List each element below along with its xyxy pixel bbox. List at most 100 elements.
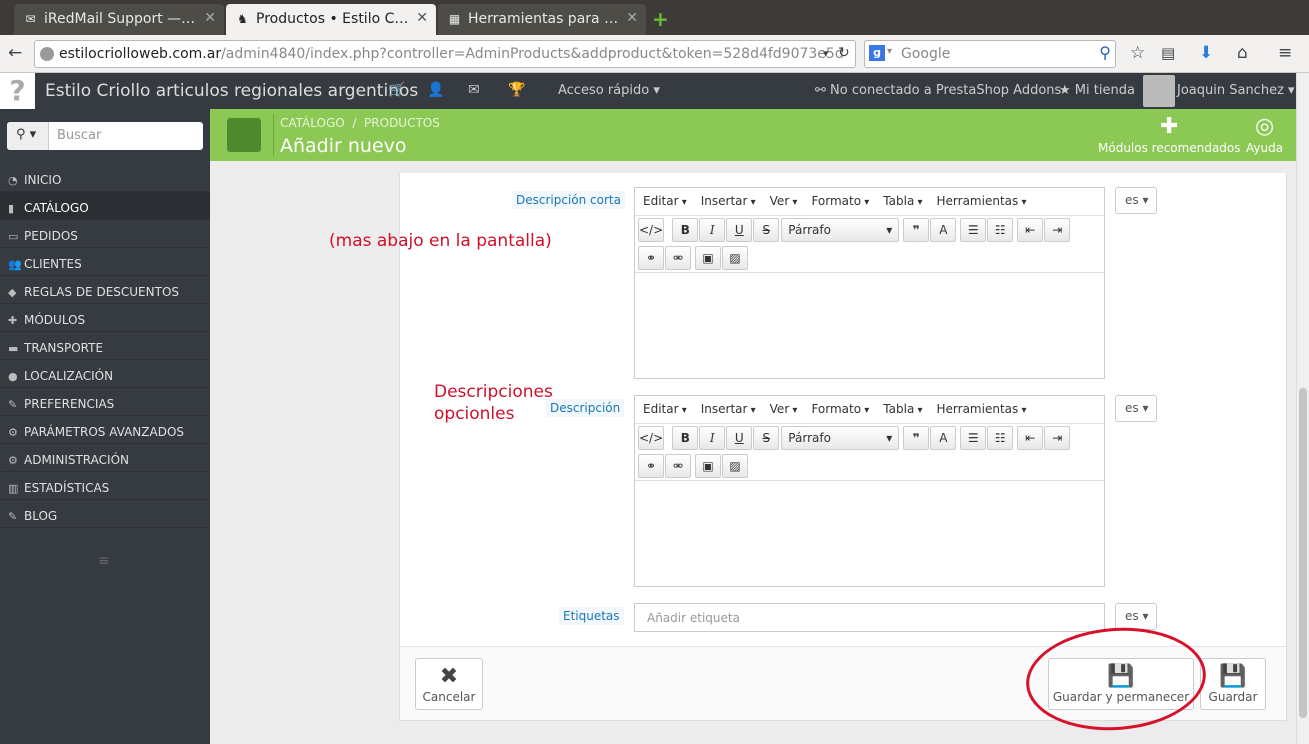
link-icon[interactable]: ⚭	[638, 246, 664, 270]
search-icon[interactable]: ⚲	[1099, 43, 1111, 62]
tags-input[interactable]: Añadir etiqueta	[634, 603, 1105, 632]
menu-herramientas[interactable]: Herramientas	[937, 194, 1027, 208]
menu-formato[interactable]: Formato	[811, 402, 869, 416]
back-arrow-icon[interactable]: ←	[8, 43, 22, 63]
reload-icon[interactable]: ↻	[838, 45, 850, 61]
close-tab-icon[interactable]: ✕	[204, 10, 216, 26]
numbered-list-icon[interactable]: ☷	[987, 218, 1014, 242]
bold-icon[interactable]: B	[672, 218, 699, 242]
text-color-icon[interactable]: A	[930, 426, 957, 450]
outdent-icon[interactable]: ⇤	[1017, 218, 1044, 242]
menu-editar[interactable]: Editar	[643, 402, 687, 416]
menu-icon[interactable]: ≡	[1278, 43, 1292, 63]
url-bar[interactable]: estilocriolloweb.com.ar/admin4840/index.…	[34, 40, 856, 68]
envelope-icon[interactable]: ✉	[468, 82, 480, 98]
bold-icon[interactable]: B	[672, 426, 699, 450]
description-lang-button[interactable]: es ▾	[1115, 395, 1157, 422]
close-tab-icon[interactable]: ✕	[416, 10, 428, 26]
sidebar-item-administracion[interactable]: ⚙ ADMINISTRACIÓN	[0, 444, 210, 472]
help-question-icon[interactable]: ?	[0, 73, 35, 109]
format-select[interactable]: Párrafo	[781, 218, 900, 242]
bookmarks-list-icon[interactable]: ▤	[1161, 44, 1175, 62]
browser-search-input[interactable]: g ▾ Google ⚲	[864, 40, 1116, 68]
menu-insertar[interactable]: Insertar	[701, 194, 756, 208]
sidebar-item-clientes[interactable]: 👥 CLIENTES	[0, 248, 210, 276]
italic-icon[interactable]: I	[699, 218, 726, 242]
trophy-icon[interactable]: 🏆	[508, 82, 525, 98]
browser-tab-herramientas[interactable]: ▦ Herramientas para … ✕	[438, 4, 646, 35]
video-icon[interactable]: ▣	[695, 454, 721, 478]
unlink-icon[interactable]: ⚮	[665, 246, 691, 270]
bookmark-star-icon[interactable]: ☆	[1130, 43, 1145, 63]
sidebar-collapse-icon[interactable]: ≡	[98, 553, 110, 569]
sidebar-item-catalogo[interactable]: ▮ CATÁLOGO	[0, 192, 210, 220]
bullet-list-icon[interactable]: ☰	[960, 426, 987, 450]
outdent-icon[interactable]: ⇤	[1017, 426, 1044, 450]
breadcrumb-catalog[interactable]: CATÁLOGO	[280, 116, 345, 130]
sidebar-item-parametros[interactable]: ⚙ PARÁMETROS AVANZADOS	[0, 416, 210, 444]
url-dropdown-icon[interactable]: ▾	[823, 47, 829, 60]
sidebar-search-input[interactable]: ⚲ ▾ Buscar	[7, 122, 203, 150]
menu-herramientas[interactable]: Herramientas	[937, 402, 1027, 416]
source-code-icon[interactable]: </>	[638, 218, 665, 242]
underline-icon[interactable]: U	[726, 218, 753, 242]
downloads-icon[interactable]: ⬇	[1199, 43, 1213, 63]
sidebar-item-pedidos[interactable]: ▭ PEDIDOS	[0, 220, 210, 248]
search-filter-button[interactable]: ⚲ ▾	[7, 122, 49, 150]
image-icon[interactable]: ▨	[722, 246, 748, 270]
sidebar-item-estadisticas[interactable]: ▥ ESTADÍSTICAS	[0, 472, 210, 500]
quick-access-dropdown[interactable]: Acceso rápido ▾	[558, 83, 660, 98]
blockquote-icon[interactable]: ❞	[903, 218, 930, 242]
blockquote-icon[interactable]: ❞	[903, 426, 930, 450]
underline-icon[interactable]: U	[726, 426, 753, 450]
sidebar-item-descuentos[interactable]: ◆ REGLAS DE DESCUENTOS	[0, 276, 210, 304]
text-color-icon[interactable]: A	[930, 218, 957, 242]
menu-tabla[interactable]: Tabla	[883, 402, 922, 416]
my-shop-link[interactable]: ★ Mi tienda	[1059, 83, 1135, 98]
menu-tabla[interactable]: Tabla	[883, 194, 922, 208]
format-select[interactable]: Párrafo	[781, 426, 900, 450]
short-description-lang-button[interactable]: es ▾	[1115, 187, 1157, 214]
tags-lang-button[interactable]: es ▾	[1115, 603, 1157, 630]
sidebar-item-blog[interactable]: ✎ BLOG	[0, 500, 210, 528]
sidebar-item-modulos[interactable]: ✚ MÓDULOS	[0, 304, 210, 332]
avatar[interactable]	[1143, 75, 1175, 107]
page-scrollbar[interactable]	[1296, 73, 1309, 744]
source-code-icon[interactable]: </>	[638, 426, 665, 450]
image-icon[interactable]: ▨	[722, 454, 748, 478]
cart-icon[interactable]: 🛒	[388, 82, 405, 98]
description-editor[interactable]: Editar Insertar Ver Formato Tabla Herramienta…	[634, 395, 1105, 587]
short-description-editor[interactable]: Editar Insertar Ver Formato Tabla Herramienta…	[634, 187, 1105, 379]
search-engine-dropdown-icon[interactable]: ▾	[887, 46, 892, 57]
video-icon[interactable]: ▣	[695, 246, 721, 270]
sidebar-item-localizacion[interactable]: ● LOCALIZACIÓN	[0, 360, 210, 388]
browser-tab-iredmail[interactable]: ✉ iRedMail Support —… ✕	[14, 4, 224, 35]
browser-tab-productos[interactable]: ♞ Productos • Estilo C… ✕	[226, 4, 436, 35]
shop-name[interactable]: Estilo Criollo articulos regionales arge…	[45, 81, 418, 101]
scrollbar-thumb[interactable]	[1299, 388, 1307, 718]
description-textarea[interactable]	[635, 480, 1104, 584]
breadcrumb-products[interactable]: PRODUCTOS	[364, 116, 440, 130]
addons-status[interactable]: ⚯ No conectado a PrestaShop Addons	[815, 83, 1061, 98]
user-menu[interactable]: Joaquin Sanchez ▾	[1177, 83, 1295, 98]
help-button[interactable]: ◎ Ayuda	[1246, 113, 1283, 155]
cancel-button[interactable]: ✖ Cancelar	[415, 658, 483, 710]
menu-formato[interactable]: Formato	[811, 194, 869, 208]
bullet-list-icon[interactable]: ☰	[960, 218, 987, 242]
menu-ver[interactable]: Ver	[770, 402, 798, 416]
menu-editar[interactable]: Editar	[643, 194, 687, 208]
short-description-textarea[interactable]	[635, 272, 1104, 376]
sidebar-item-inicio[interactable]: ◔ INICIO	[0, 164, 210, 192]
menu-ver[interactable]: Ver	[770, 194, 798, 208]
unlink-icon[interactable]: ⚮	[665, 454, 691, 478]
save-button[interactable]: 💾 Guardar	[1200, 658, 1266, 710]
user-icon[interactable]: 👤	[427, 82, 444, 98]
italic-icon[interactable]: I	[699, 426, 726, 450]
close-tab-icon[interactable]: ✕	[626, 10, 638, 26]
new-tab-icon[interactable]: +	[652, 7, 669, 31]
strikethrough-icon[interactable]: S	[753, 218, 780, 242]
sidebar-item-preferencias[interactable]: ✎ PREFERENCIAS	[0, 388, 210, 416]
indent-icon[interactable]: ⇥	[1044, 426, 1071, 450]
numbered-list-icon[interactable]: ☷	[987, 426, 1014, 450]
menu-insertar[interactable]: Insertar	[701, 402, 756, 416]
